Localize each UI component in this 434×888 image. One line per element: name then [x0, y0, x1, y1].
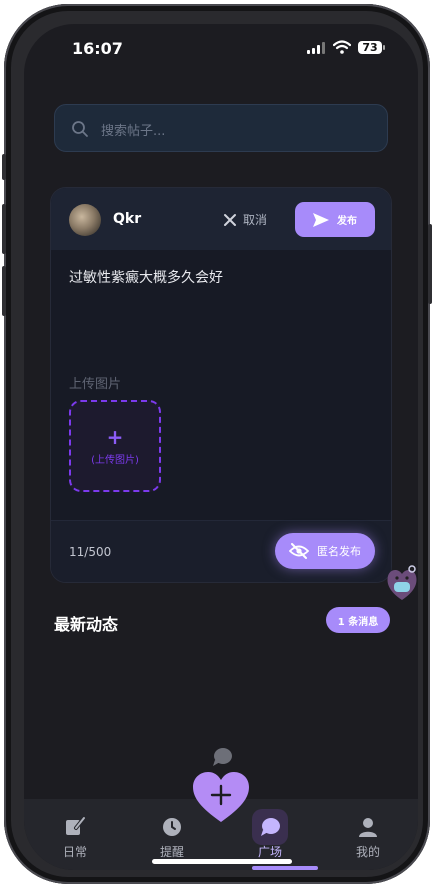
home-indicator: [152, 859, 292, 864]
send-icon: [313, 212, 329, 227]
tab-label: 日常: [62, 845, 87, 859]
search-input[interactable]: 搜索帖子...: [54, 104, 388, 152]
feed-section-title: 最新动态: [54, 615, 119, 634]
upload-image-button[interactable]: + (上传图片): [69, 400, 161, 492]
active-tab-highlight: [252, 809, 288, 845]
post-content-textarea[interactable]: 过敏性紫癜大概多久会好: [69, 267, 223, 287]
battery-indicator: 73: [358, 41, 385, 54]
plus-icon: +: [106, 424, 124, 449]
phone-side-button: [2, 154, 6, 180]
active-tab-indicator: [252, 866, 318, 870]
publish-label: 发布: [337, 216, 357, 227]
upload-box-label: (上传图片): [91, 454, 139, 466]
anonymous-publish-button[interactable]: 匿名发布: [275, 533, 375, 569]
tab-profile[interactable]: 我的: [338, 807, 398, 860]
upload-section-label: 上传图片: [69, 377, 122, 392]
message-badge[interactable]: 1 条消息: [326, 607, 390, 633]
composer-header: Qkr 取消 发布: [51, 188, 391, 250]
status-time: 16:07: [72, 39, 123, 58]
avatar: [69, 204, 101, 236]
cancel-label: 取消: [243, 213, 268, 227]
edit-note-icon: [66, 816, 86, 835]
phone-side-button: [2, 266, 6, 316]
eye-off-icon: [289, 543, 309, 559]
phone-side-button: [2, 204, 6, 254]
tab-square[interactable]: 广场: [240, 807, 300, 860]
tab-label: 提醒: [159, 845, 184, 859]
chat-bubble-icon[interactable]: [211, 747, 233, 767]
tab-daily[interactable]: 日常: [45, 807, 105, 860]
signal-icon: [307, 42, 325, 54]
anonymous-publish-label: 匿名发布: [317, 545, 361, 558]
chat-bubble-icon: [261, 818, 280, 836]
add-post-heart-button[interactable]: [193, 772, 249, 824]
mascot-assistant-icon[interactable]: [386, 564, 418, 604]
cancel-button[interactable]: 取消: [223, 211, 267, 228]
person-icon: [359, 818, 377, 837]
search-icon: [72, 121, 88, 137]
app-screen: 16:07 73 搜索帖子... Qkr 取消 发布 过敏性紫癜大概多久会好 上…: [24, 24, 418, 870]
post-composer-card: Qkr 取消 发布 过敏性紫癜大概多久会好 上传图片 + (上传图片) 11/5…: [50, 187, 392, 583]
composer-footer: 11/500 匿名发布: [51, 520, 391, 582]
phone-frame: 16:07 73 搜索帖子... Qkr 取消 发布 过敏性紫癜大概多久会好 上…: [2, 4, 432, 884]
publish-button[interactable]: 发布: [295, 202, 375, 237]
tab-label: 广场: [257, 845, 282, 859]
status-bar: 16:07 73: [24, 24, 418, 74]
close-icon: [224, 213, 236, 226]
wifi-icon: [333, 40, 351, 54]
char-count: 11/500: [69, 545, 112, 559]
username: Qkr: [113, 211, 142, 227]
clock-icon: [163, 818, 181, 836]
search-placeholder: 搜索帖子...: [101, 124, 166, 139]
phone-side-button: [428, 224, 432, 304]
tab-label: 我的: [355, 845, 380, 859]
